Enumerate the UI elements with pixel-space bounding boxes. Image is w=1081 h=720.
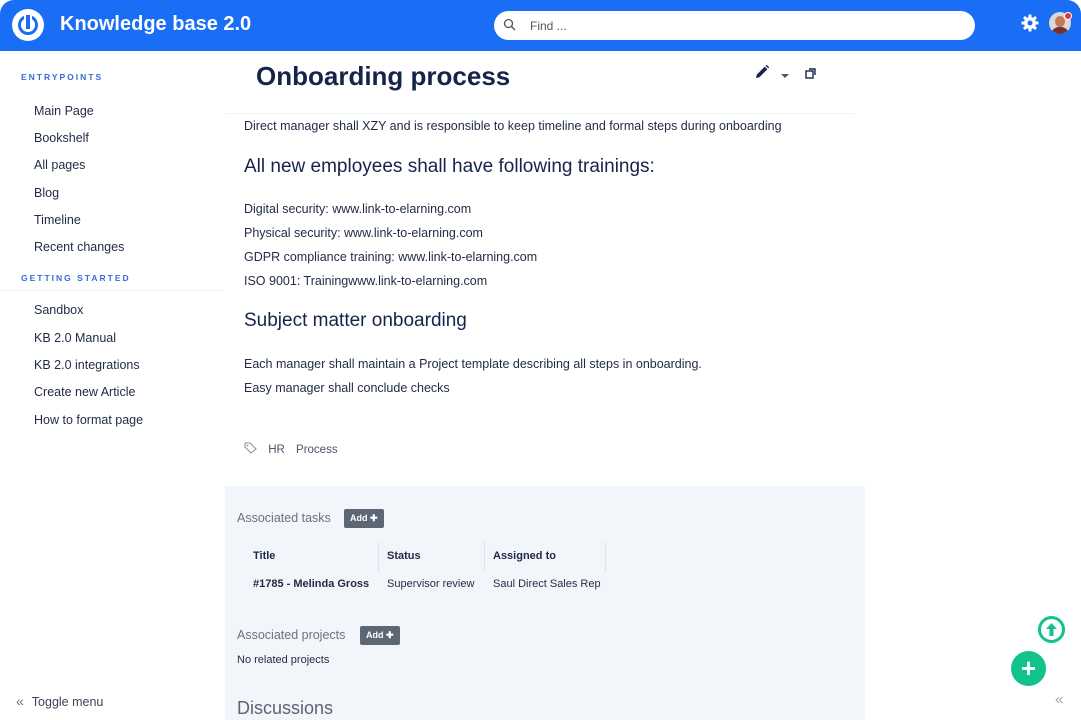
add-task-button[interactable]: Add ✚ bbox=[344, 509, 384, 528]
sidebar-item-recent-changes[interactable]: Recent changes bbox=[34, 240, 124, 254]
task-status-cell: Supervisor review bbox=[387, 578, 475, 590]
training-item: GDPR compliance training: www.link-to-el… bbox=[244, 250, 538, 264]
column-separator bbox=[378, 542, 379, 572]
search-icon bbox=[503, 17, 517, 38]
sidebar-item-blog[interactable]: Blog bbox=[34, 186, 59, 200]
intro-text: Direct manager shall XZY and is responsi… bbox=[244, 119, 782, 133]
pencil-icon[interactable] bbox=[753, 63, 771, 86]
expand-icon[interactable] bbox=[805, 66, 816, 84]
add-project-button[interactable]: Add ✚ bbox=[360, 626, 400, 645]
sidebar-item-all-pages[interactable]: All pages bbox=[34, 158, 85, 172]
column-separator bbox=[484, 542, 485, 572]
chevron-down-icon[interactable] bbox=[780, 67, 790, 85]
search-input[interactable] bbox=[530, 15, 950, 36]
tags-row: HR Process bbox=[244, 442, 346, 457]
arrow-up-icon bbox=[1045, 622, 1058, 642]
tag-icon bbox=[244, 442, 257, 457]
top-bar: Knowledge base 2.0 bbox=[0, 0, 1081, 51]
scroll-to-top-button[interactable] bbox=[1038, 616, 1065, 643]
notification-dot bbox=[1064, 12, 1072, 20]
associated-panel: Associated tasks Add ✚ Title Status Assi… bbox=[225, 486, 865, 720]
add-new-button[interactable]: + bbox=[1011, 651, 1046, 686]
search-box[interactable] bbox=[494, 11, 975, 40]
sidebar-item-timeline[interactable]: Timeline bbox=[34, 213, 81, 227]
gear-icon[interactable] bbox=[1020, 13, 1040, 38]
no-projects-text: No related projects bbox=[237, 654, 330, 666]
page-title: Onboarding process bbox=[256, 61, 511, 91]
sidebar-divider bbox=[0, 290, 224, 291]
training-item: ISO 9001: Trainingwww.link-to-elarning.c… bbox=[244, 274, 488, 288]
tag-hr[interactable]: HR bbox=[268, 444, 285, 456]
sidebar-item-bookshelf[interactable]: Bookshelf bbox=[34, 131, 89, 145]
toggle-menu-label: Toggle menu bbox=[31, 695, 104, 709]
task-title-cell[interactable]: #1785 - Melinda Gross bbox=[253, 578, 369, 590]
associated-tasks-label: Associated tasks bbox=[237, 511, 331, 525]
column-header-assigned: Assigned to bbox=[493, 550, 556, 562]
discussions-heading: Discussions bbox=[237, 698, 334, 718]
sidebar-item-main-page[interactable]: Main Page bbox=[34, 104, 94, 118]
column-header-title: Title bbox=[253, 550, 276, 562]
sidebar: ENTRYPOINTS Main Page Bookshelf All page… bbox=[0, 51, 224, 720]
plus-icon: + bbox=[1020, 653, 1037, 683]
heading-trainings: All new employees shall have following t… bbox=[244, 156, 655, 177]
double-chevron-left-icon[interactable]: « bbox=[1055, 691, 1063, 708]
sidebar-item-kb-manual[interactable]: KB 2.0 Manual bbox=[34, 331, 116, 345]
associated-projects-label: Associated projects bbox=[237, 628, 346, 642]
double-chevron-left-icon: « bbox=[16, 693, 24, 709]
sidebar-item-sandbox[interactable]: Sandbox bbox=[34, 303, 83, 317]
subject-line: Each manager shall maintain a Project te… bbox=[244, 357, 702, 371]
sidebar-item-create-article[interactable]: Create new Article bbox=[34, 385, 135, 399]
training-item: Digital security: www.link-to-elarning.c… bbox=[244, 202, 472, 216]
column-separator bbox=[605, 542, 606, 572]
heading-subject-matter: Subject matter onboarding bbox=[244, 310, 467, 331]
toggle-menu-button[interactable]: « Toggle menu bbox=[16, 693, 103, 709]
sidebar-section-getting-started: GETTING STARTED bbox=[21, 273, 131, 283]
subject-line: Easy manager shall conclude checks bbox=[244, 381, 450, 395]
title-divider bbox=[225, 113, 855, 114]
main-content: Onboarding process Direct manager shall … bbox=[225, 51, 865, 720]
app-title[interactable]: Knowledge base 2.0 bbox=[60, 13, 251, 36]
training-item: Physical security: www.link-to-elarning.… bbox=[244, 226, 483, 240]
sidebar-item-kb-integrations[interactable]: KB 2.0 integrations bbox=[34, 358, 140, 372]
column-header-status: Status bbox=[387, 550, 421, 562]
sidebar-item-format-page[interactable]: How to format page bbox=[34, 413, 143, 427]
logo-icon[interactable] bbox=[12, 9, 44, 41]
sidebar-section-entrypoints: ENTRYPOINTS bbox=[21, 72, 104, 82]
task-assignee-cell: Saul Direct Sales Rep bbox=[493, 578, 601, 590]
tag-process[interactable]: Process bbox=[296, 444, 338, 456]
